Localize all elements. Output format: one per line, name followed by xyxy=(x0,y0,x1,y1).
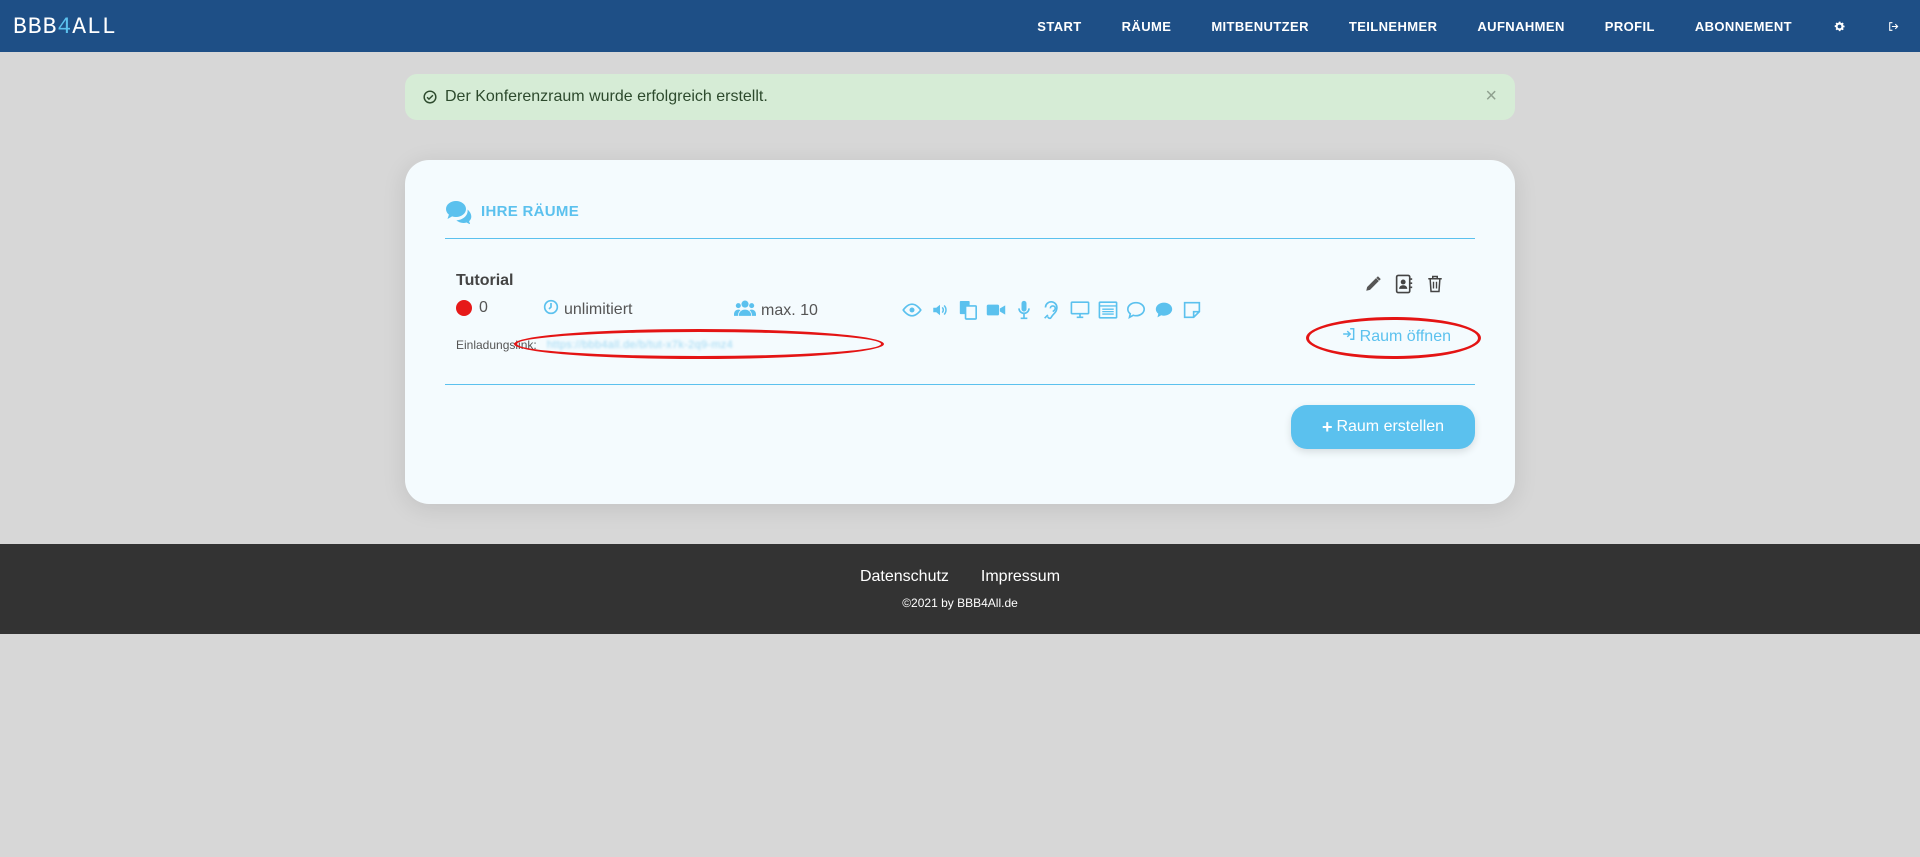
invite-label: Einladungslink: xyxy=(456,338,537,352)
nav-item-start[interactable]: START xyxy=(1037,19,1081,34)
footer: Datenschutz Impressum ©2021 by BBB4All.d… xyxy=(0,544,1920,634)
logo-suffix: ALL xyxy=(72,14,117,40)
create-room-button[interactable]: + Raum erstellen xyxy=(1291,405,1475,449)
nav-item-teilnehmer[interactable]: TEILNEHMER xyxy=(1349,19,1438,34)
nav-item-profil[interactable]: PROFIL xyxy=(1605,19,1655,34)
speaker-icon xyxy=(930,300,950,320)
copyright: ©2021 by BBB4All.de xyxy=(902,596,1018,610)
invite-link[interactable]: https://bbb4all.de/b/tut-x7k-2q9-mz4 xyxy=(547,339,733,351)
success-alert: Der Konferenzraum wurde erfolgreich erst… xyxy=(405,74,1515,120)
trash-icon[interactable] xyxy=(1425,274,1445,294)
rooms-header: IHRE RÄUME xyxy=(445,200,1475,239)
gear-icon[interactable] xyxy=(1832,19,1846,33)
chat-outline-icon xyxy=(1126,300,1146,320)
participant-count: 0 xyxy=(456,299,488,317)
documents-icon xyxy=(958,300,978,320)
invite-row: Einladungslink: https://bbb4all.de/b/tut… xyxy=(456,338,733,352)
room-features xyxy=(902,300,1210,320)
chat-filled-icon xyxy=(1154,300,1174,320)
room-actions xyxy=(1352,274,1445,294)
note-icon xyxy=(1182,300,1202,320)
screen-icon xyxy=(1070,300,1090,320)
nav-item-abonnement[interactable]: ABONNEMENT xyxy=(1695,19,1792,34)
room-duration: unlimitiert xyxy=(543,299,632,320)
room-row: Tutorial 0 unlimitiert max. 10 Einladung… xyxy=(445,260,1475,385)
logo-prefix: BBB xyxy=(13,14,58,40)
edit-icon[interactable] xyxy=(1363,274,1383,294)
rooms-title: IHRE RÄUME xyxy=(481,203,580,220)
room-name: Tutorial xyxy=(456,272,514,289)
layout-icon xyxy=(1098,300,1118,320)
logo-four: 4 xyxy=(57,14,73,40)
navbar: BBB 4 ALL START RÄUME MITBENUTZER TEILNEHM… xyxy=(0,0,1920,52)
users-icon xyxy=(734,299,761,322)
create-room-label: Raum erstellen xyxy=(1336,418,1445,435)
plus-icon: + xyxy=(1321,416,1333,437)
footer-link-datenschutz[interactable]: Datenschutz xyxy=(860,568,949,586)
logout-icon[interactable] xyxy=(1886,19,1900,33)
hearing-icon xyxy=(1042,300,1062,320)
alert-message: Der Konferenzraum wurde erfolgreich erst… xyxy=(445,88,768,105)
max-value: max. 10 xyxy=(761,301,818,319)
sign-in-icon xyxy=(1342,327,1360,346)
contacts-icon[interactable] xyxy=(1394,274,1414,294)
footer-link-impressum[interactable]: Impressum xyxy=(981,568,1060,586)
nav-item-mitbenutzer[interactable]: MITBENUTZER xyxy=(1211,19,1309,34)
eye-icon xyxy=(902,300,922,320)
nav-item-aufnahmen[interactable]: AUFNAHMEN xyxy=(1477,19,1564,34)
nav-menu: START RÄUME MITBENUTZER TEILNEHMER AUFNA… xyxy=(997,0,1900,52)
check-circle-icon xyxy=(423,90,437,104)
rooms-card: IHRE RÄUME Tutorial 0 unlimitiert max. 1… xyxy=(405,160,1515,504)
video-icon xyxy=(986,300,1006,320)
status-dot xyxy=(456,300,472,316)
participants-value: 0 xyxy=(479,299,488,316)
chat-bubbles-icon xyxy=(445,200,473,229)
microphone-icon xyxy=(1014,300,1034,320)
open-room-button[interactable]: Raum öffnen xyxy=(1342,327,1451,346)
open-room-label: Raum öffnen xyxy=(1359,327,1451,345)
duration-value: unlimitiert xyxy=(564,300,633,318)
clock-icon xyxy=(543,299,564,320)
footer-links: Datenschutz Impressum xyxy=(0,568,1920,586)
nav-item-raeume[interactable]: RÄUME xyxy=(1122,19,1172,34)
alert-close-button[interactable]: × xyxy=(1485,86,1497,106)
logo[interactable]: BBB 4 ALL xyxy=(13,13,117,41)
max-participants: max. 10 xyxy=(734,299,818,322)
